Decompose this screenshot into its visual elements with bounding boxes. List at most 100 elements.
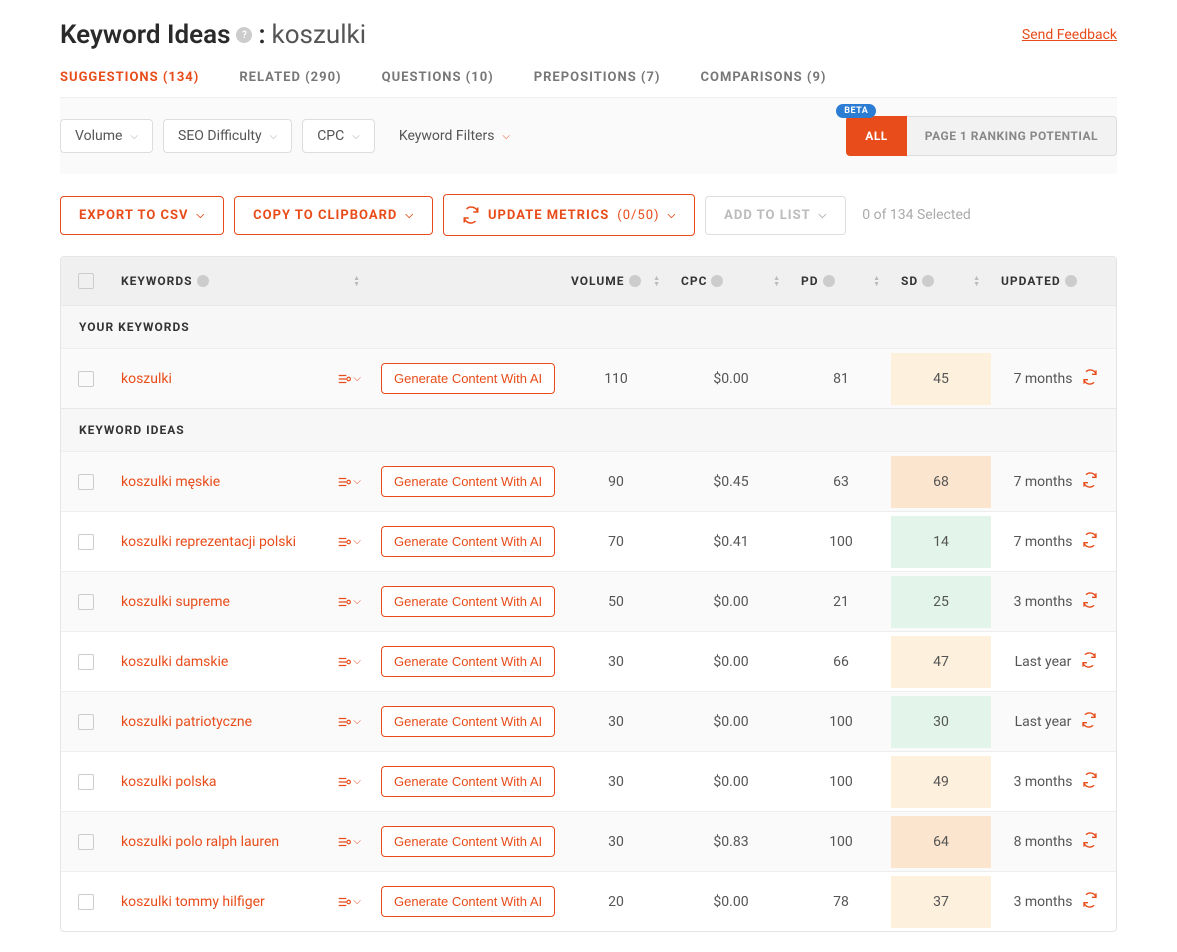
expand-icon[interactable]: ⌵ (337, 835, 361, 849)
tab-2[interactable]: QUESTIONS (10) (382, 70, 494, 85)
updated-text: 3 months (1014, 894, 1073, 910)
keyword-link[interactable]: koszulki reprezentacji polski (121, 534, 296, 550)
refresh-row-icon[interactable] (1082, 369, 1098, 389)
title-prefix: Keyword Ideas (60, 20, 230, 50)
cpc-dropdown[interactable]: CPC ⌵ (302, 119, 375, 153)
refresh-row-icon[interactable] (1082, 532, 1098, 552)
updated-text: 7 months (1014, 534, 1073, 550)
page-title: Keyword Ideas ? : koszulki (60, 20, 366, 50)
refresh-row-icon[interactable] (1082, 472, 1098, 492)
refresh-row-icon[interactable] (1082, 832, 1098, 852)
col-sd[interactable]: SD ▲▼ (891, 274, 991, 288)
updated-text: 3 months (1014, 774, 1073, 790)
pd-cell: 100 (791, 834, 891, 850)
col-keywords[interactable]: KEYWORDS ▲▼ (111, 274, 371, 288)
updated-text: 8 months (1014, 834, 1073, 850)
expand-icon[interactable]: ⌵ (337, 535, 361, 549)
generate-ai-button[interactable]: Generate Content With AI (381, 646, 555, 677)
cpc-cell: $0.41 (671, 534, 791, 550)
col-volume[interactable]: VOLUME ▲▼ (561, 274, 671, 288)
sd-cell: 47 (891, 636, 991, 688)
refresh-row-icon[interactable] (1081, 652, 1097, 672)
sort-icon: ▲▼ (773, 275, 781, 287)
row-checkbox[interactable] (78, 534, 94, 550)
keyword-link[interactable]: koszulki tommy hilfiger (121, 894, 265, 910)
row-checkbox[interactable] (78, 594, 94, 610)
pd-cell: 66 (791, 654, 891, 670)
keyword-link[interactable]: koszulki supreme (121, 594, 230, 610)
table-row: koszulki patriotyczne ⌵ Generate Content… (61, 691, 1116, 751)
keyword-link[interactable]: koszulki damskie (121, 654, 228, 670)
generate-ai-button[interactable]: Generate Content With AI (381, 886, 555, 917)
volume-cell: 30 (561, 654, 671, 670)
table-row: koszulki reprezentacji polski ⌵ Generate… (61, 511, 1116, 571)
expand-icon[interactable]: ⌵ (337, 372, 361, 386)
keywords-table: KEYWORDS ▲▼ VOLUME ▲▼ CPC ▲▼ PD ▲▼ SD (60, 256, 1117, 932)
generate-ai-button[interactable]: Generate Content With AI (381, 466, 555, 497)
help-icon (629, 275, 641, 287)
generate-ai-button[interactable]: Generate Content With AI (381, 766, 555, 797)
sd-cell: 64 (891, 816, 991, 868)
refresh-row-icon[interactable] (1082, 772, 1098, 792)
export-label: EXPORT TO CSV (79, 208, 189, 223)
toggle-potential-button[interactable]: PAGE 1 RANKING POTENTIAL (907, 116, 1117, 156)
tab-1[interactable]: RELATED (290) (239, 70, 341, 85)
row-checkbox[interactable] (78, 474, 94, 490)
update-count: (0/50) (617, 208, 659, 223)
toggle-all-button[interactable]: ALL (846, 116, 907, 156)
expand-icon[interactable]: ⌵ (337, 655, 361, 669)
col-pd[interactable]: PD ▲▼ (791, 274, 891, 288)
help-icon (922, 275, 934, 287)
table-row: koszulki supreme ⌵ Generate Content With… (61, 571, 1116, 631)
pd-cell: 100 (791, 534, 891, 550)
seo-difficulty-dropdown[interactable]: SEO Difficulty ⌵ (163, 119, 292, 153)
expand-icon[interactable]: ⌵ (337, 595, 361, 609)
cpc-cell: $0.00 (671, 654, 791, 670)
keyword-link[interactable]: koszulki (121, 371, 172, 387)
row-checkbox[interactable] (78, 654, 94, 670)
tab-0[interactable]: SUGGESTIONS (134) (60, 70, 199, 85)
tab-4[interactable]: COMPARISONS (9) (701, 70, 827, 85)
col-updated[interactable]: UPDATED (991, 274, 1117, 288)
generate-ai-button[interactable]: Generate Content With AI (381, 363, 555, 394)
generate-ai-button[interactable]: Generate Content With AI (381, 826, 555, 857)
send-feedback-link[interactable]: Send Feedback (1022, 27, 1117, 43)
row-checkbox[interactable] (78, 834, 94, 850)
expand-icon[interactable]: ⌵ (337, 475, 361, 489)
updated-text: 3 months (1014, 594, 1073, 610)
keyword-link[interactable]: koszulki polska (121, 774, 217, 790)
cpc-cell: $0.00 (671, 894, 791, 910)
select-all-checkbox[interactable] (78, 273, 94, 289)
tab-3[interactable]: PREPOSITIONS (7) (534, 70, 661, 85)
refresh-row-icon[interactable] (1082, 592, 1098, 612)
refresh-row-icon[interactable] (1081, 712, 1097, 732)
expand-icon[interactable]: ⌵ (337, 895, 361, 909)
export-csv-button[interactable]: EXPORT TO CSV ⌵ (60, 196, 224, 235)
expand-icon[interactable]: ⌵ (337, 715, 361, 729)
action-bar: EXPORT TO CSV ⌵ COPY TO CLIPBOARD ⌵ UPDA… (60, 194, 1117, 236)
row-checkbox[interactable] (78, 714, 94, 730)
expand-icon[interactable]: ⌵ (337, 775, 361, 789)
row-checkbox[interactable] (78, 371, 94, 387)
add-to-list-button[interactable]: ADD TO LIST ⌵ (705, 196, 846, 235)
volume-dropdown-label: Volume (75, 128, 122, 144)
pd-cell: 63 (791, 474, 891, 490)
table-row: koszulki polo ralph lauren ⌵ Generate Co… (61, 811, 1116, 871)
refresh-row-icon[interactable] (1082, 892, 1098, 912)
keyword-link[interactable]: koszulki męskie (121, 474, 220, 490)
row-checkbox[interactable] (78, 774, 94, 790)
keyword-filters-dropdown[interactable]: Keyword Filters ⌵ (385, 120, 524, 152)
generate-ai-button[interactable]: Generate Content With AI (381, 706, 555, 737)
volume-dropdown[interactable]: Volume ⌵ (60, 119, 153, 153)
update-metrics-button[interactable]: UPDATE METRICS (0/50) ⌵ (443, 194, 695, 236)
generate-ai-button[interactable]: Generate Content With AI (381, 526, 555, 557)
help-icon[interactable]: ? (236, 27, 252, 43)
keyword-link[interactable]: koszulki patriotyczne (121, 714, 252, 730)
generate-ai-button[interactable]: Generate Content With AI (381, 586, 555, 617)
updated-text: Last year (1015, 714, 1072, 730)
row-checkbox[interactable] (78, 894, 94, 910)
copy-clipboard-button[interactable]: COPY TO CLIPBOARD ⌵ (234, 196, 433, 235)
col-cpc[interactable]: CPC ▲▼ (671, 274, 791, 288)
table-row: koszulki ⌵ Generate Content With AI 110 … (61, 348, 1116, 408)
keyword-link[interactable]: koszulki polo ralph lauren (121, 834, 279, 850)
